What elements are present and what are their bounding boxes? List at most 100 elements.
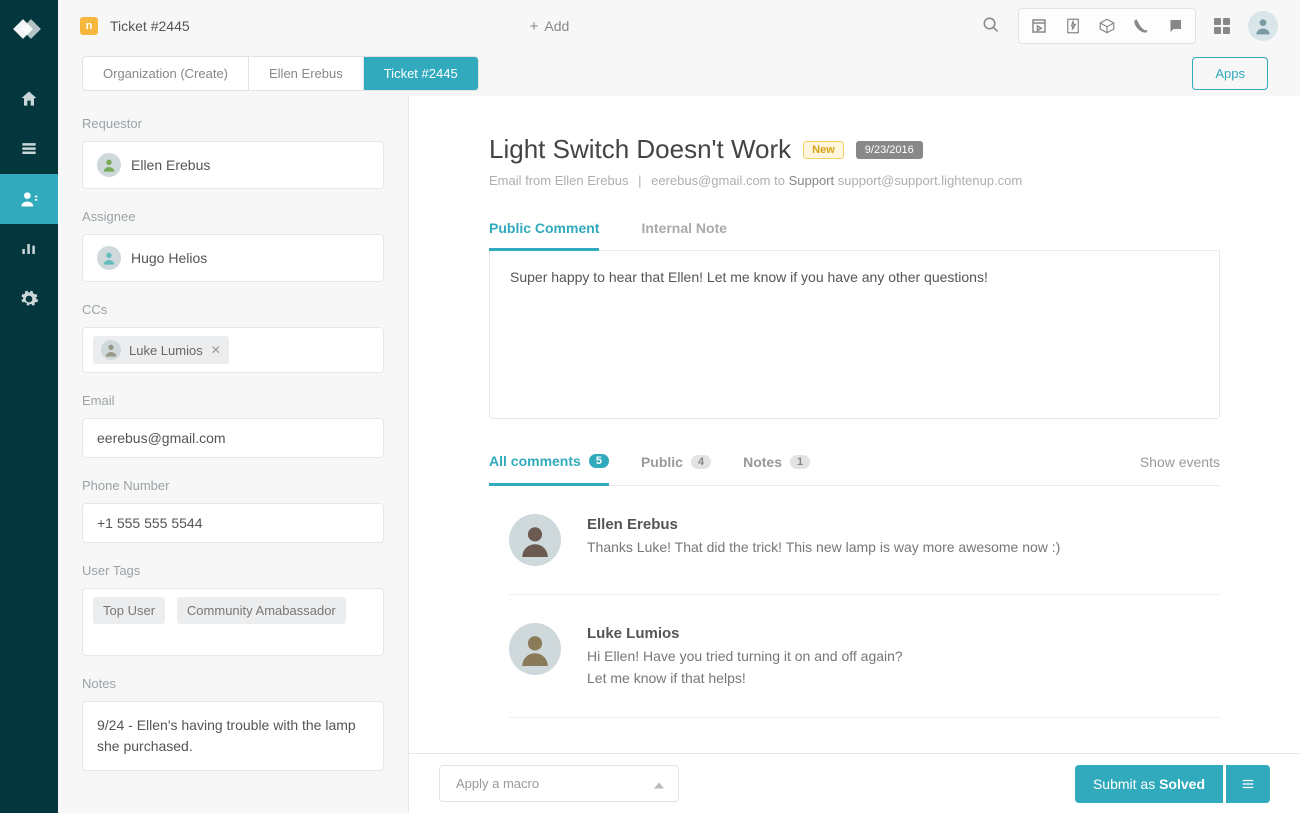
ticket-sidebar: Requestor Ellen Erebus Assignee Hugo Hel… <box>58 96 408 813</box>
public-count: 4 <box>691 455 711 469</box>
submit-button[interactable]: Submit as Solved <box>1075 765 1223 803</box>
package-tool[interactable] <box>1090 12 1124 40</box>
chat-tool[interactable] <box>1158 12 1192 40</box>
subtitle-from-email: eerebus@gmail.com to <box>651 173 785 188</box>
tab-all-label: All comments <box>489 453 581 469</box>
crumb-organization[interactable]: Organization (Create) <box>83 57 249 90</box>
tab-internal-note[interactable]: Internal Note <box>641 220 727 250</box>
tags-label: User Tags <box>82 563 384 578</box>
avatar-icon <box>1253 16 1273 36</box>
assignee-field[interactable]: Hugo Helios <box>82 234 384 282</box>
chat-icon <box>1166 17 1184 35</box>
nav-settings[interactable] <box>0 274 58 324</box>
search-icon <box>982 16 1000 34</box>
left-rail <box>0 0 58 813</box>
app-logo <box>16 18 42 44</box>
ticket-title: Light Switch Doesn't Work <box>489 134 791 165</box>
macro-dropdown[interactable]: Apply a macro <box>439 765 679 802</box>
nav-reports[interactable] <box>0 224 58 274</box>
active-ticket-label[interactable]: Ticket #2445 <box>110 18 190 34</box>
header-tools <box>982 8 1278 44</box>
tab-public-label: Public <box>641 454 683 470</box>
assignee-name: Hugo Helios <box>131 250 207 266</box>
subtitle-to-email: support@support.lightenup.com <box>838 173 1022 188</box>
top-header: n Ticket #2445 + Add <box>58 0 1300 52</box>
comment-text: Thanks Luke! That did the trick! This ne… <box>587 537 1060 559</box>
comment-row: Ellen Erebus Thanks Luke! That did the t… <box>509 486 1220 595</box>
plus-icon: + <box>530 18 539 35</box>
calendar-tool[interactable] <box>1022 12 1056 40</box>
tab-public-comments[interactable]: Public 4 <box>641 454 711 470</box>
tab-notes-comments[interactable]: Notes 1 <box>743 454 810 470</box>
title-row: Light Switch Doesn't Work New 9/23/2016 <box>489 134 1220 165</box>
calendar-play-icon <box>1030 17 1048 35</box>
tag-chip[interactable]: Top User <box>93 597 165 624</box>
compose-editor[interactable]: Super happy to hear that Ellen! Let me k… <box>489 251 1220 419</box>
comment-avatar <box>509 514 561 566</box>
content-area: Organization (Create) Ellen Erebus Ticke… <box>58 52 1300 813</box>
comment-text: Hi Ellen! Have you tried turning it on a… <box>587 646 903 689</box>
comments-filter-tabs: All comments 5 Public 4 Notes 1 Show eve… <box>489 453 1220 486</box>
add-tab-button[interactable]: + Add <box>530 18 570 35</box>
apps-grid-icon <box>1214 18 1230 34</box>
list-icon <box>19 139 39 159</box>
comment-author: Luke Lumios <box>587 625 903 642</box>
search-button[interactable] <box>982 16 1000 37</box>
comment-author: Ellen Erebus <box>587 516 1060 533</box>
power-tool[interactable] <box>1056 12 1090 40</box>
nav-home[interactable] <box>0 74 58 124</box>
email-label: Email <box>82 393 384 408</box>
apps-panel-button[interactable]: Apps <box>1192 57 1268 90</box>
notes-field[interactable]: 9/24 - Ellen's having trouble with the l… <box>82 701 384 771</box>
crumb-ticket[interactable]: Ticket #2445 <box>364 57 478 90</box>
tab-public-comment[interactable]: Public Comment <box>489 220 599 251</box>
add-label: Add <box>544 18 569 34</box>
tab-all-comments[interactable]: All comments 5 <box>489 453 609 486</box>
channel-tools <box>1018 8 1196 44</box>
macro-label: Apply a macro <box>456 776 539 791</box>
cc-avatar <box>101 340 121 360</box>
email-field[interactable]: eerebus@gmail.com <box>82 418 384 458</box>
phone-value: +1 555 555 5544 <box>97 515 203 531</box>
box-icon <box>1098 17 1116 35</box>
apps-launcher[interactable] <box>1214 18 1230 34</box>
assignee-label: Assignee <box>82 209 384 224</box>
call-tool[interactable] <box>1124 12 1158 40</box>
phone-icon <box>1132 17 1150 35</box>
all-count: 5 <box>589 454 609 468</box>
ccs-label: CCs <box>82 302 384 317</box>
current-user-avatar[interactable] <box>1248 11 1278 41</box>
nav-views[interactable] <box>0 124 58 174</box>
ticket-subtitle: Email from Ellen Erebus | eerebus@gmail.… <box>489 173 1220 188</box>
phone-field[interactable]: +1 555 555 5544 <box>82 503 384 543</box>
tags-field[interactable]: Top User Community Amabassador <box>82 588 384 656</box>
submit-status: Solved <box>1159 776 1205 792</box>
date-badge: 9/23/2016 <box>856 141 923 159</box>
comment-avatar <box>509 623 561 675</box>
phone-label: Phone Number <box>82 478 384 493</box>
home-icon <box>19 89 39 109</box>
chart-icon <box>19 239 39 259</box>
menu-icon <box>1240 777 1256 791</box>
ccs-field[interactable]: Luke Lumios ✕ <box>82 327 384 373</box>
cc-chip[interactable]: Luke Lumios ✕ <box>93 336 229 364</box>
subtitle-to: Support <box>789 173 835 188</box>
compose-tabs: Public Comment Internal Note <box>489 220 1220 251</box>
submit-menu-button[interactable] <box>1226 765 1270 803</box>
crumb-requester[interactable]: Ellen Erebus <box>249 57 364 90</box>
requestor-name: Ellen Erebus <box>131 157 210 173</box>
notes-count: 1 <box>790 455 810 469</box>
cc-remove[interactable]: ✕ <box>211 343 221 357</box>
tag-chip[interactable]: Community Amabassador <box>177 597 346 624</box>
nav-customers[interactable] <box>0 174 58 224</box>
org-badge-icon: n <box>80 17 98 35</box>
requestor-field[interactable]: Ellen Erebus <box>82 141 384 189</box>
submit-prefix: Submit as <box>1093 776 1159 792</box>
ticket-main: Light Switch Doesn't Work New 9/23/2016 … <box>408 96 1300 813</box>
chevron-up-icon <box>654 776 664 791</box>
notes-label: Notes <box>82 676 384 691</box>
show-events-toggle[interactable]: Show events <box>1140 454 1220 470</box>
bolt-doc-icon <box>1064 17 1082 35</box>
subtitle-prefix: Email from Ellen Erebus <box>489 173 628 188</box>
assignee-avatar <box>97 246 121 270</box>
